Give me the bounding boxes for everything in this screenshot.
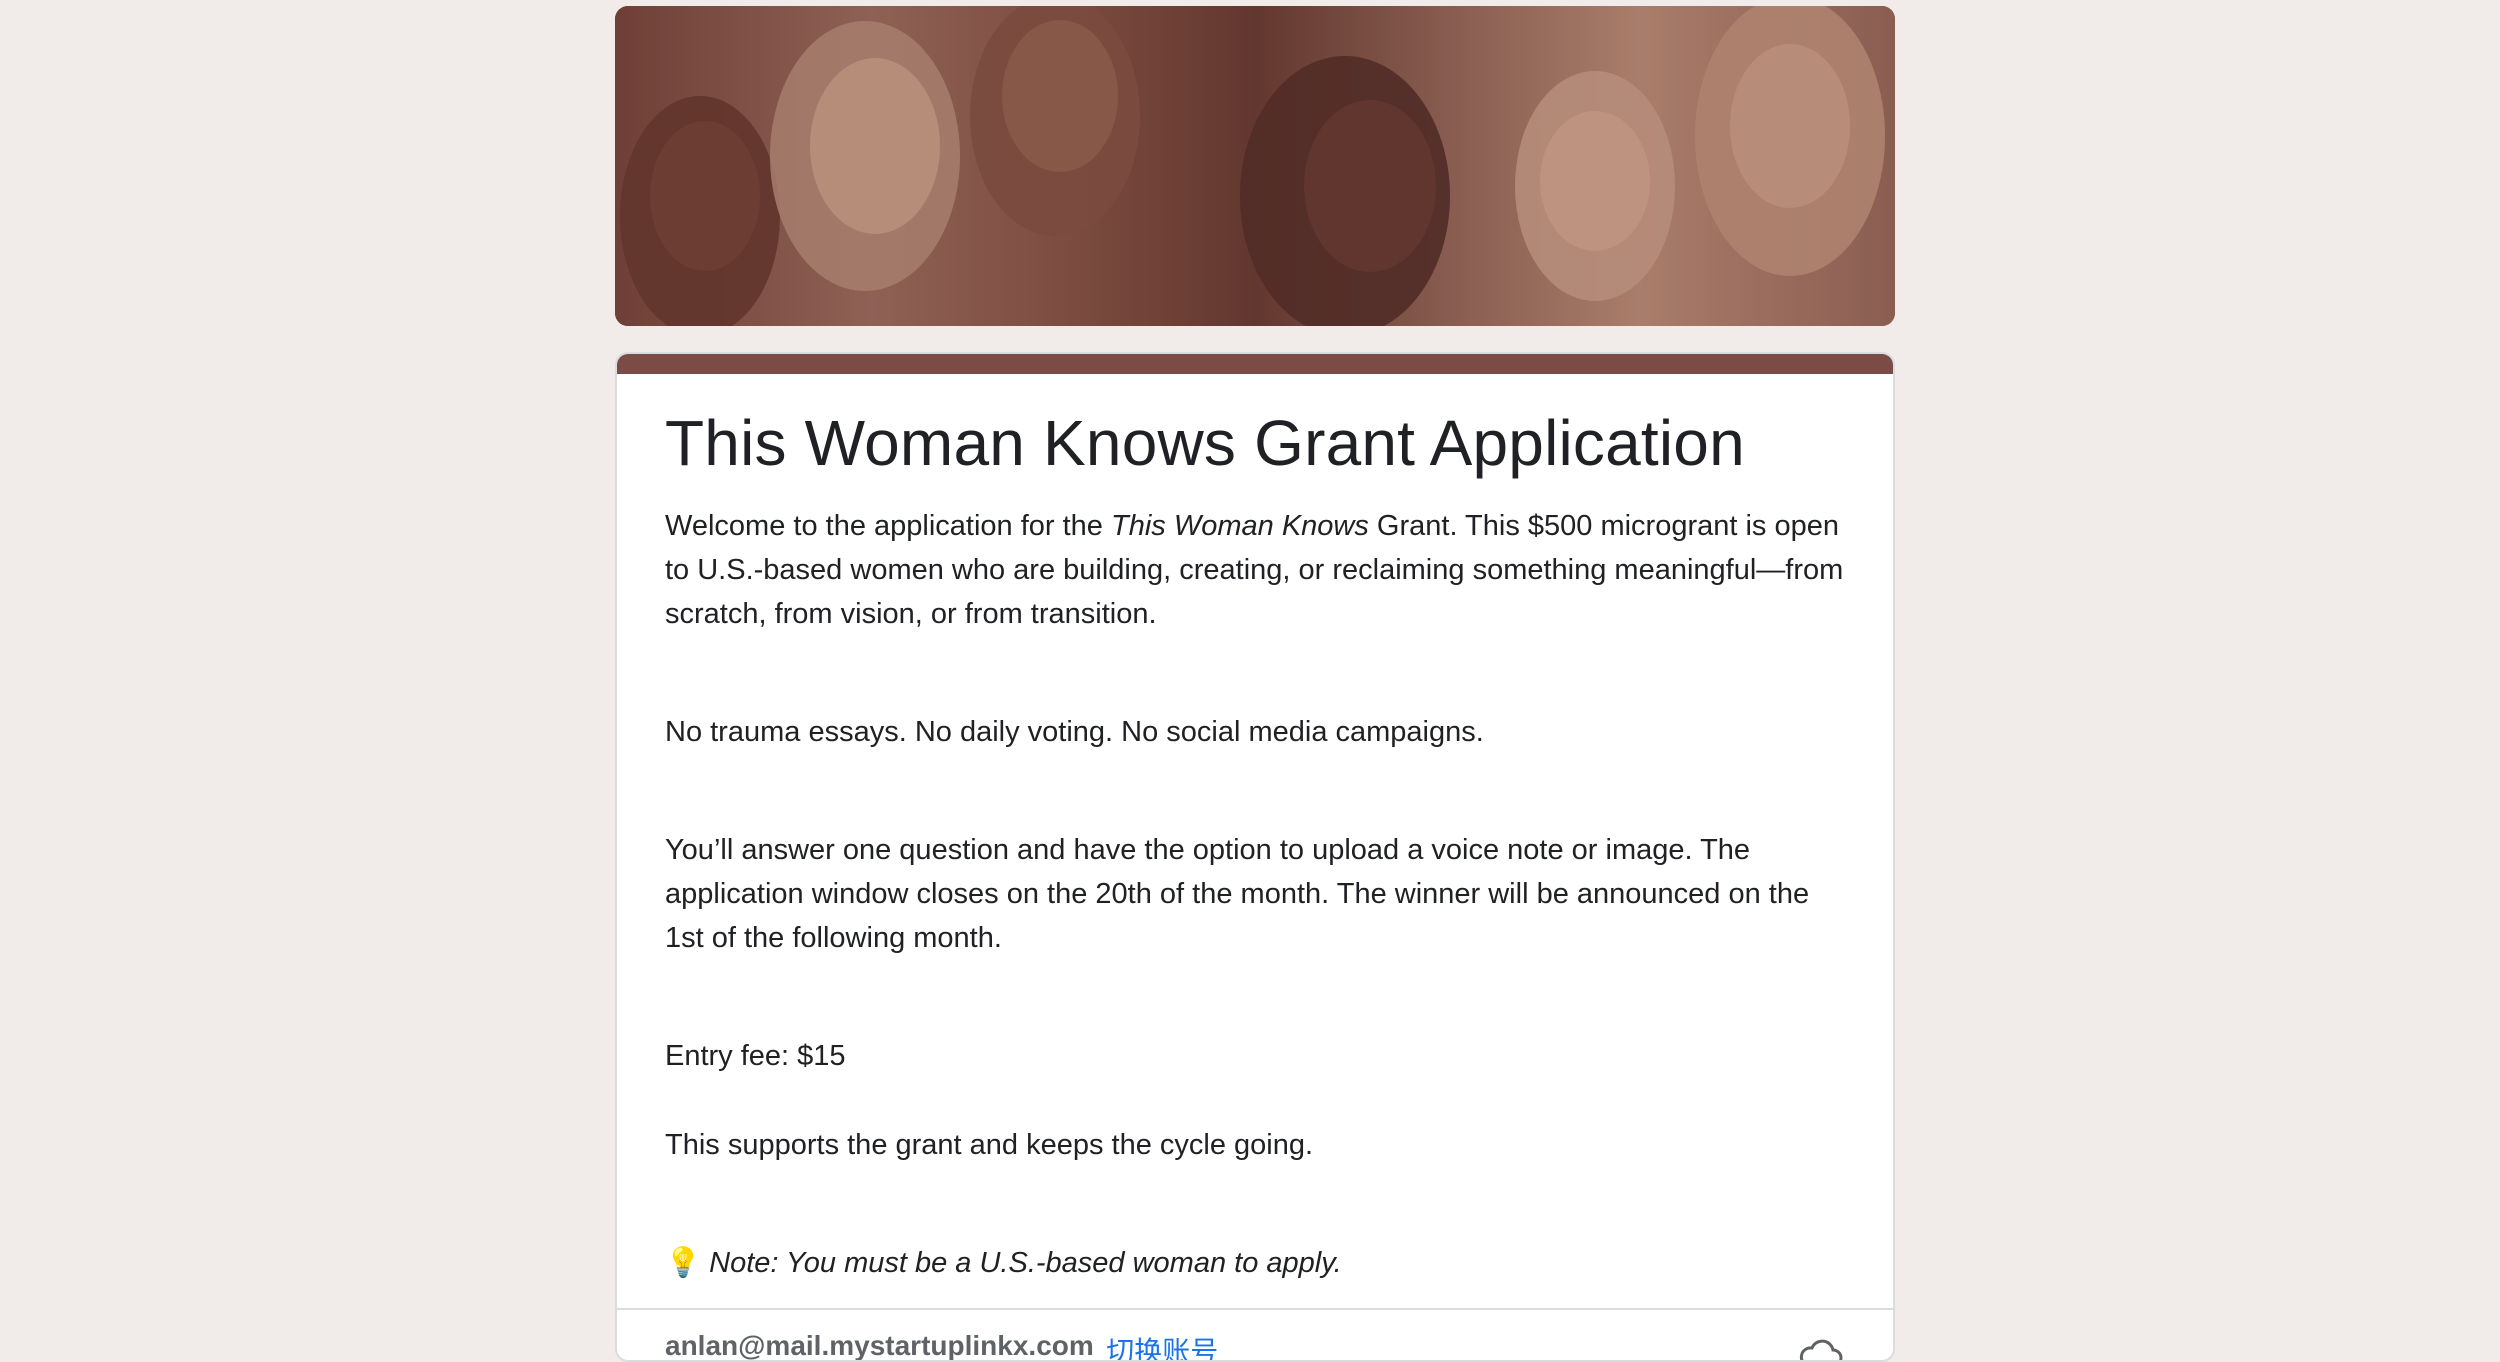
intro-prefix: Welcome to the application for the (665, 510, 1111, 542)
women-photo-illustration (615, 6, 1895, 326)
instructions-paragraph: You’ll answer one question and have the … (665, 834, 1810, 954)
form-header-content: This Woman Knows Grant Application Welco… (617, 374, 1893, 1285)
lightbulb-icon: 💡 (665, 1247, 702, 1279)
account-email: anlan@mail.mystartuplinkx.com (665, 1330, 1094, 1361)
entry-fee-line: Entry fee: $15 (665, 1040, 846, 1072)
form-header-card: This Woman Knows Grant Application Welco… (615, 352, 1895, 1362)
form-title: This Woman Knows Grant Application (665, 407, 1745, 479)
note-line: 💡 Note: You must be a U.S.-based woman t… (665, 1241, 1845, 1285)
supports-line: This supports the grant and keeps the cy… (665, 1129, 1314, 1161)
form-container: This Woman Knows Grant Application Welco… (615, 6, 1895, 1362)
no-essays-line: No trauma essays. No daily voting. No so… (665, 716, 1484, 748)
header-banner-image (615, 6, 1895, 326)
account-footer: anlan@mail.mystartuplinkx.com 切换账号 (617, 1308, 1893, 1362)
accent-bar (617, 354, 1893, 374)
intro-italic: This Woman Knows (1111, 510, 1369, 542)
cloud-icon[interactable] (1799, 1338, 1843, 1362)
intro-paragraph: Welcome to the application for the This … (665, 504, 1845, 636)
form-description: Welcome to the application for the This … (665, 504, 1845, 1285)
switch-account-link[interactable]: 切换账号 (1106, 1336, 1218, 1360)
note-text: Note: You must be a U.S.-based woman to … (709, 1247, 1342, 1279)
